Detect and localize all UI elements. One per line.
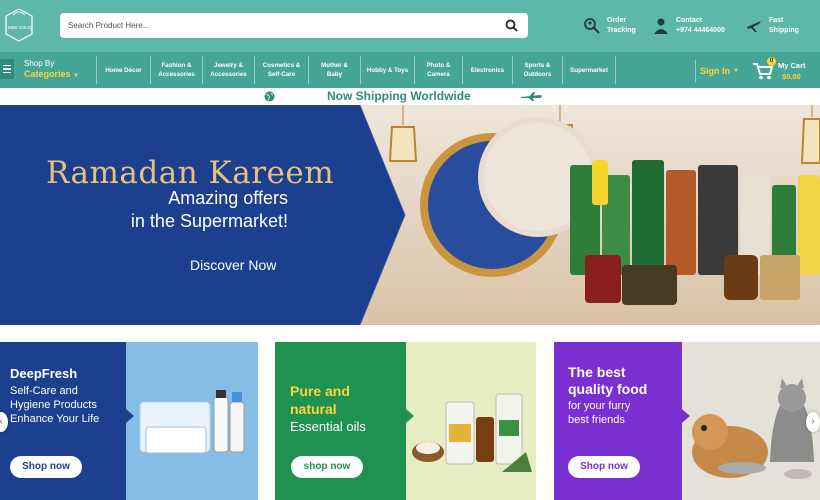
hamburger-menu-icon[interactable] <box>0 59 14 79</box>
shop-now-button[interactable]: Shop now <box>10 456 82 478</box>
promo-body-line: for your furry <box>568 400 631 412</box>
hero-subtitle-line1: Amazing offers <box>168 188 288 208</box>
carousel-next-arrow-icon[interactable]: › <box>806 412 820 432</box>
category-supermarket[interactable]: Supermarket <box>562 56 616 84</box>
promo-title-line: natural <box>290 401 337 417</box>
order-tracking-line1: Order <box>607 17 627 24</box>
site-logo[interactable]: MINI SOUQ <box>2 6 36 44</box>
order-tracking-line2: Tracking <box>607 27 636 34</box>
search-input[interactable] <box>60 13 480 38</box>
category-bar: Shop By Categories ▼ Home Décor Fashion … <box>0 52 820 88</box>
sign-in-label: Sign In <box>700 66 730 76</box>
promo-body-line: Hygiene Products <box>10 399 97 411</box>
promo-body-line: Self-Care and <box>10 385 78 397</box>
airplane-icon <box>521 92 542 101</box>
promo-card-essential-oils[interactable]: Pure and natural Essential oils shop now <box>275 342 536 500</box>
category-cosmetics[interactable]: Cosmetics & Self-Care <box>254 56 308 84</box>
sign-in-dropdown[interactable]: Sign In ▼ <box>695 60 739 82</box>
hygiene-products-image <box>126 342 258 500</box>
panel-chevron <box>676 404 690 428</box>
pets-image <box>682 342 820 500</box>
promo-body: Essential oils <box>290 419 366 434</box>
cart-count-badge: 0 <box>767 57 776 66</box>
category-label: Electronics <box>470 66 505 74</box>
category-label: Photo & <box>426 62 451 69</box>
contact-line1: Contact <box>676 17 703 24</box>
promo-title: DeepFresh <box>10 366 78 381</box>
category-label-2: Accessories <box>158 71 195 78</box>
category-menu: Home Décor Fashion & Accessories Jewelry … <box>96 56 616 84</box>
essential-oils-image <box>406 342 536 500</box>
promo-title-line: The best <box>568 364 626 380</box>
category-label-2: Accessories <box>210 71 247 78</box>
panel-chevron <box>400 404 414 428</box>
category-label-2: Self-Care <box>267 71 296 78</box>
category-mother-baby[interactable]: Mother & Baby <box>308 56 360 84</box>
chevron-down-icon: ▼ <box>733 68 739 74</box>
panel-chevron <box>120 404 134 428</box>
discover-now-link[interactable]: Discover Now <box>190 257 276 273</box>
category-label: Hobby & Toys <box>366 66 409 74</box>
promo-title-line: quality food <box>568 381 648 397</box>
contact-phone: +974 44464000 <box>676 27 725 34</box>
category-label-2: Outdoors <box>523 71 552 78</box>
category-hobby-toys[interactable]: Hobby & Toys <box>360 56 414 84</box>
search-pin-icon <box>584 18 600 34</box>
hero-subtitle: Amazing offers in the Supermarket! <box>108 187 288 233</box>
shipping-banner: Now Shipping Worldwide <box>0 88 820 105</box>
hero-subtitle-line2: in the Supermarket! <box>130 211 288 231</box>
category-label: Home Décor <box>105 66 142 74</box>
promo-body: for your furry best friends <box>568 399 630 427</box>
shipping-text: Now Shipping Worldwide <box>327 89 471 103</box>
shop-now-button[interactable]: Shop now <box>568 456 640 478</box>
category-label: Supermarket <box>570 66 608 74</box>
promo-card-deepfresh[interactable]: DeepFresh Self-Care and Hygiene Products… <box>0 342 258 500</box>
contact-link[interactable]: Contact +974 44464000 <box>652 13 725 39</box>
promo-body-line: best friends <box>568 414 625 426</box>
promo-title-line: Pure and <box>290 383 350 399</box>
category-label: Mother & <box>321 62 348 69</box>
top-header: MINI SOUQ Order Tracking Contact +974 44… <box>0 0 820 52</box>
hero-title: Ramadan Kareem <box>46 155 335 191</box>
search-icon[interactable] <box>505 19 518 32</box>
promo-card-pet-food[interactable]: The best quality food for your furry bes… <box>554 342 820 500</box>
cart-amount: $0.00 <box>782 72 801 81</box>
fast-shipping-line2: Shipping <box>769 27 799 34</box>
promo-body-line: Enhance Your Life <box>10 413 100 425</box>
hero-banner[interactable]: Ramadan Kareem Amazing offers in the Sup… <box>0 105 820 325</box>
fast-shipping-line1: Fast <box>769 17 784 24</box>
shop-by-categories-dropdown[interactable]: Shop By Categories ▼ <box>24 58 79 82</box>
category-home-decor[interactable]: Home Décor <box>96 56 150 84</box>
category-fashion[interactable]: Fashion & Accessories <box>150 56 202 84</box>
category-label: Jewelry & <box>214 62 243 69</box>
category-sports[interactable]: Sports & Outdoors <box>512 56 562 84</box>
cart-button[interactable]: 0 My Cart $0.00 <box>752 57 818 83</box>
chevron-down-icon: ▼ <box>73 73 79 79</box>
category-label: Sports & <box>524 62 551 69</box>
cart-label: My Cart <box>778 61 806 70</box>
globe-icon <box>264 91 275 102</box>
promo-title: The best quality food <box>568 364 647 398</box>
category-photo-camera[interactable]: Photo & Camera <box>414 56 462 84</box>
fast-shipping-link[interactable]: Fast Shipping <box>745 13 799 39</box>
categories-label: Categories <box>24 69 71 79</box>
airplane-icon <box>747 21 761 32</box>
category-label-2: Camera <box>427 71 450 78</box>
order-tracking-link[interactable]: Order Tracking <box>583 13 636 39</box>
search-bar <box>60 13 528 38</box>
category-electronics[interactable]: Electronics <box>462 56 512 84</box>
category-label: Cosmetics & <box>262 62 301 69</box>
shop-now-button[interactable]: shop now <box>291 456 363 478</box>
logo-text: MINI SOUQ <box>7 25 32 30</box>
category-label: Fashion & <box>161 62 192 69</box>
category-jewelry[interactable]: Jewelry & Accessories <box>202 56 254 84</box>
promo-title: Pure and natural <box>290 382 350 418</box>
shop-by-label: Shop By <box>24 59 55 68</box>
promo-body: Self-Care and Hygiene Products Enhance Y… <box>10 384 99 426</box>
phone-user-icon <box>654 18 668 34</box>
category-label-2: Baby <box>326 71 343 78</box>
